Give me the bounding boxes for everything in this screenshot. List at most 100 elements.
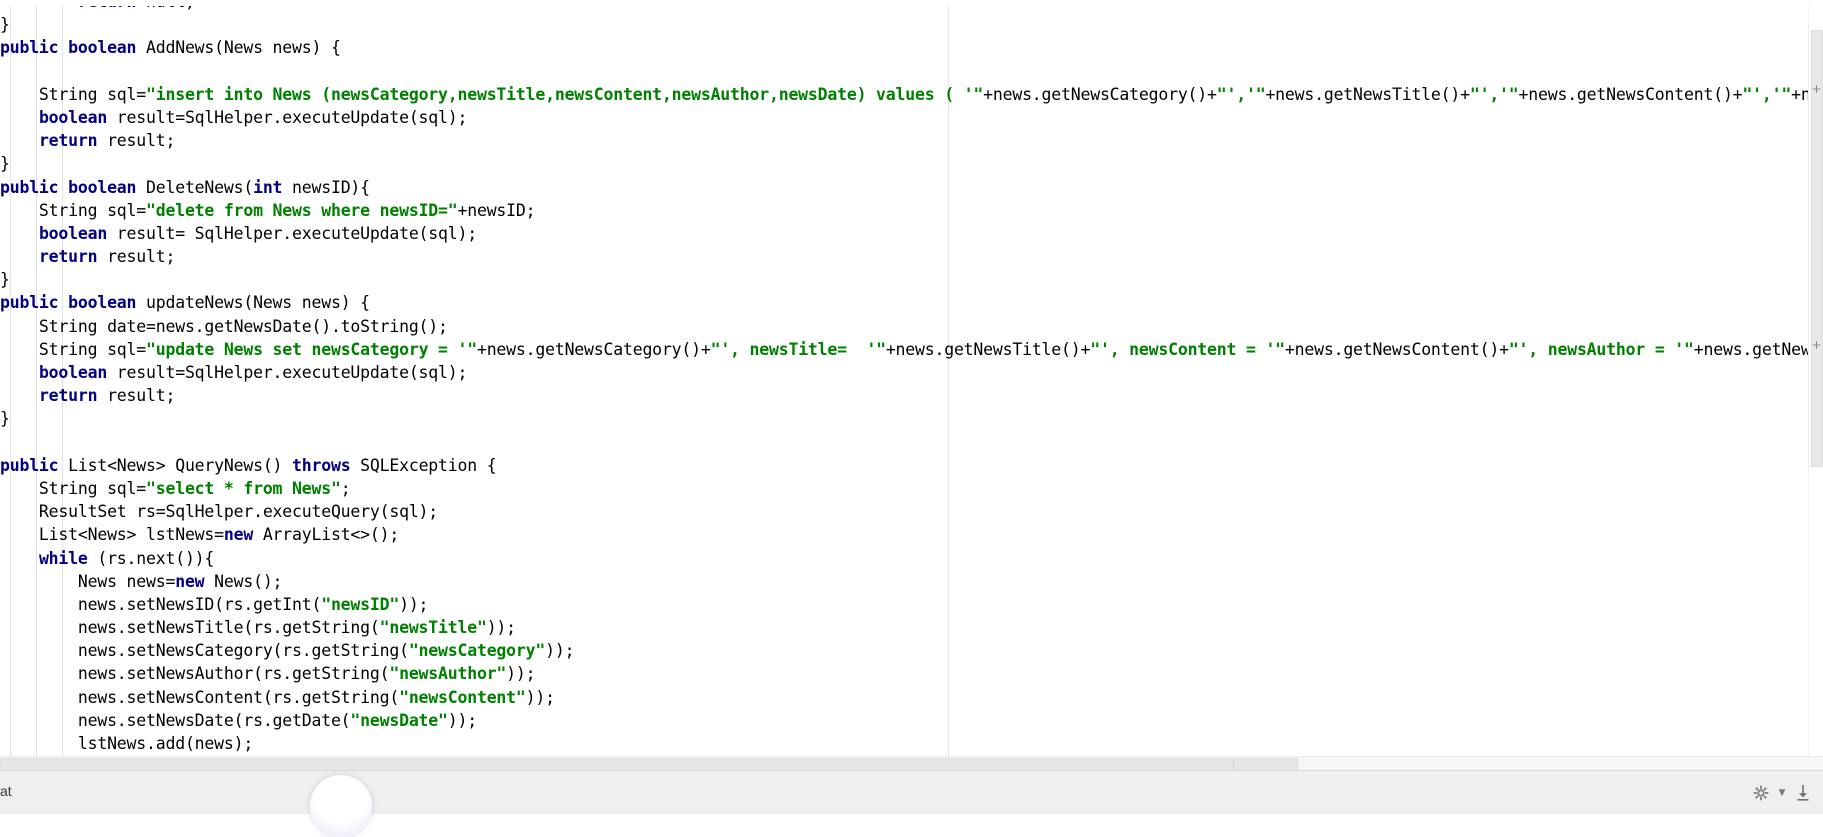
code-token: "newsID" bbox=[321, 594, 400, 614]
code-line: lstNews.add(news); bbox=[0, 732, 1823, 755]
horizontal-scrollbar[interactable] bbox=[0, 756, 1823, 770]
code-line: return result; bbox=[0, 245, 1823, 268]
code-line: String date=news.getNewsDate().toString(… bbox=[0, 315, 1823, 338]
code-token: )); bbox=[486, 618, 516, 638]
code-token: ResultSet rs=SqlHelper.executeQuery(sql)… bbox=[0, 502, 439, 522]
code-line: public boolean updateNews(News news) { bbox=[0, 291, 1823, 314]
code-token: )); bbox=[545, 641, 575, 661]
code-token: "newsContent" bbox=[399, 687, 526, 707]
code-token: +news.getNewsCategory()+ bbox=[983, 84, 1217, 104]
code-token: "newsCategory" bbox=[408, 641, 546, 661]
code-line: } bbox=[0, 13, 1823, 36]
code-line: public boolean DeleteNews(int newsID){ bbox=[0, 176, 1823, 199]
taskbar: at ▼ bbox=[0, 770, 1823, 837]
code-token: result; bbox=[97, 247, 176, 267]
horizontal-scrollbar-thumb[interactable] bbox=[0, 758, 1298, 770]
code-line: news.setNewsContent(rs.getString("newsCo… bbox=[0, 686, 1823, 709]
code-token: new bbox=[223, 525, 254, 545]
code-line: news.setNewsID(rs.getInt("newsID")); bbox=[0, 593, 1823, 616]
code-token: public boolean bbox=[0, 38, 137, 58]
code-line: news.setNewsDate(rs.getDate("newsDate"))… bbox=[0, 709, 1823, 732]
code-token: while bbox=[38, 548, 88, 568]
code-token: "','" bbox=[1742, 84, 1792, 104]
code-token: result; bbox=[97, 386, 176, 406]
code-line: public boolean AddNews(News news) { bbox=[0, 36, 1823, 59]
code-line: } bbox=[0, 152, 1823, 175]
code-line: return result; bbox=[0, 129, 1823, 152]
code-token: +news.getNewsContent()+ bbox=[1284, 339, 1509, 359]
code-editor-viewport[interactable]: return null;}public boolean AddNews(News… bbox=[0, 0, 1823, 756]
chevron-down-icon[interactable]: ▼ bbox=[1777, 783, 1787, 803]
code-token: updateNews(News news) { bbox=[136, 293, 370, 313]
code-line: String sql="delete from News where newsI… bbox=[0, 199, 1823, 222]
code-token: +news.getNewsAuthor()+ bbox=[1693, 339, 1823, 359]
code-token: return bbox=[38, 131, 98, 151]
code-token: public boolean bbox=[0, 177, 137, 197]
code-line: String sql="update News set newsCategory… bbox=[0, 338, 1823, 361]
code-line: News news=new News(); bbox=[0, 570, 1823, 593]
code-token: List<News> QueryNews() bbox=[58, 455, 293, 475]
code-token: } bbox=[0, 409, 10, 429]
code-token: )); bbox=[506, 664, 536, 684]
code-token: result=SqlHelper.executeUpdate(sql); bbox=[107, 363, 468, 382]
code-token: (rs.next()){ bbox=[87, 548, 215, 568]
code-token: "', newsAuthor = '" bbox=[1508, 339, 1694, 359]
code-token: return bbox=[38, 247, 98, 267]
code-token: "newsAuthor" bbox=[389, 664, 507, 684]
code-token: ; bbox=[340, 478, 351, 498]
code-token: +news.getNewsContent()+ bbox=[1518, 84, 1743, 104]
vertical-scrollbar[interactable]: + + bbox=[1808, 0, 1823, 756]
code-token: } bbox=[0, 270, 10, 290]
code-token: return bbox=[38, 386, 98, 406]
code-token: news.setNewsContent(rs.getString( bbox=[0, 687, 400, 707]
code-token: "', newsContent = '" bbox=[1090, 339, 1285, 359]
gear-icon[interactable] bbox=[1749, 781, 1773, 805]
code-token: lstNews.add(news); bbox=[0, 734, 254, 753]
code-token: AddNews(News news) { bbox=[136, 38, 341, 58]
code-token: int bbox=[253, 177, 283, 197]
code-token: )); bbox=[447, 710, 477, 730]
code-token: SQLException { bbox=[350, 455, 497, 475]
code-token: boolean bbox=[38, 363, 108, 382]
code-token: result=SqlHelper.executeUpdate(sql); bbox=[107, 107, 468, 127]
code-token: "', newsTitle= '" bbox=[710, 339, 886, 359]
code-editor-window: return null;}public boolean AddNews(News… bbox=[0, 0, 1823, 770]
code-text[interactable]: return null;}public boolean AddNews(News… bbox=[0, 0, 1823, 756]
code-token: public bbox=[0, 455, 59, 475]
code-line: news.setNewsCategory(rs.getString("newsC… bbox=[0, 639, 1823, 662]
code-line: news.setNewsAuthor(rs.getString("newsAut… bbox=[0, 662, 1823, 685]
taskbar-app-label[interactable]: at bbox=[0, 783, 12, 799]
taskbar-orb-button[interactable] bbox=[310, 775, 372, 837]
code-line: public List<News> QueryNews() throws SQL… bbox=[0, 454, 1823, 477]
code-line: List<News> lstNews=new ArrayList<>(); bbox=[0, 523, 1823, 546]
code-token: String sql= bbox=[0, 478, 147, 498]
code-token: result= SqlHelper.executeUpdate(sql); bbox=[107, 223, 477, 243]
code-line: String sql="insert into News (newsCatego… bbox=[0, 83, 1823, 106]
scrollbar-divider bbox=[1233, 759, 1234, 770]
code-line: ResultSet rs=SqlHelper.executeQuery(sql)… bbox=[0, 500, 1823, 523]
code-token: result; bbox=[97, 131, 176, 151]
viewport-top-edge bbox=[0, 0, 1823, 6]
code-line: } bbox=[0, 268, 1823, 291]
code-token: String sql= bbox=[0, 200, 147, 220]
download-arrow-icon[interactable] bbox=[1791, 781, 1815, 805]
code-token: String date=news.getNewsDate().toString(… bbox=[0, 316, 448, 336]
scrollbar-marker-plus-2[interactable]: + bbox=[1811, 339, 1822, 351]
scrollbar-marker-plus-1[interactable]: + bbox=[1811, 83, 1822, 95]
system-tray: ▼ bbox=[1749, 771, 1815, 815]
code-token: } bbox=[0, 15, 10, 35]
code-token: new bbox=[175, 571, 205, 591]
code-token: "','" bbox=[1216, 84, 1266, 104]
code-token: "delete from News where newsID=" bbox=[146, 200, 458, 220]
code-token: )); bbox=[525, 687, 555, 707]
code-token: +newsID; bbox=[457, 200, 536, 220]
code-token: news.setNewsAuthor(rs.getString( bbox=[0, 664, 390, 684]
code-token: throws bbox=[292, 455, 351, 475]
